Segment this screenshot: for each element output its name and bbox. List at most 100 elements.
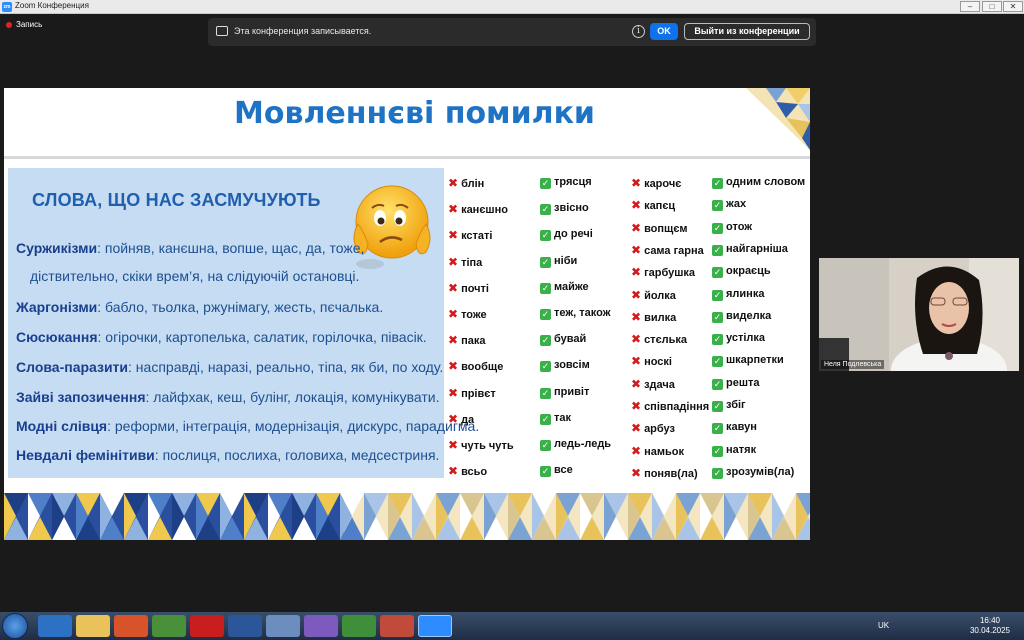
check-mark-icon: ✓ — [540, 466, 551, 478]
wrong-word-item: ✖ співпадіння — [631, 399, 709, 413]
file-explorer-icon[interactable] — [76, 615, 110, 637]
recording-indicator[interactable]: Запись — [6, 20, 42, 29]
check-mark-icon: ✓ — [540, 282, 551, 294]
recording-banner: Эта конференция записывается. i OK Выйти… — [208, 18, 816, 46]
title-separator — [4, 156, 810, 159]
chrome-profile-icon[interactable] — [342, 615, 376, 637]
wrong-word-item: ✖ здача — [631, 377, 675, 391]
paint-icon[interactable] — [266, 615, 300, 637]
cross-mark-icon: ✖ — [448, 464, 459, 479]
word-icon[interactable] — [228, 615, 262, 637]
word-text: намьок — [644, 445, 684, 458]
panel-heading: СЛОВА, ЩО НАС ЗАСМУЧУЮТЬ — [32, 190, 321, 210]
cross-mark-icon: ✖ — [448, 228, 459, 243]
word-text: арбуз — [644, 423, 675, 436]
check-mark-icon: ✓ — [712, 423, 723, 435]
cross-mark-icon: ✖ — [631, 376, 642, 391]
corner-pattern-decoration — [746, 88, 810, 150]
cross-mark-icon: ✖ — [631, 354, 642, 369]
word-text: все — [554, 464, 573, 477]
correct-word-item: ✓ теж, також — [540, 307, 611, 320]
category-line: Сюсюкання: огірочки, картопелька, салати… — [16, 329, 427, 345]
language-indicator[interactable]: UK — [878, 621, 889, 630]
correct-word-item: ✓ привіт — [540, 386, 589, 399]
minimize-button[interactable]: – — [960, 1, 980, 12]
category-name: Модні слівця — [16, 418, 108, 434]
wrong-word-item: ✖ сама гарна — [631, 243, 704, 257]
word-text: почті — [461, 282, 489, 295]
correct-word-item: ✓ ялинка — [712, 288, 764, 301]
wrong-word-item: ✖ да — [448, 412, 474, 426]
check-mark-icon: ✓ — [540, 361, 551, 373]
wrong-word-item: ✖ всьо — [448, 464, 487, 478]
wrong-word-item: ✖ чуть чуть — [448, 438, 514, 452]
word-text: здача — [644, 378, 675, 391]
word-text: капєц — [644, 200, 676, 213]
maximize-button[interactable]: □ — [982, 1, 1002, 12]
banner-message: Эта конференция записывается. — [234, 26, 372, 36]
wrong-word-item: ✖ кстаті — [448, 228, 493, 242]
check-mark-icon: ✓ — [712, 445, 723, 457]
word-text: привіт — [554, 385, 590, 398]
category-name: Зайві запозичення — [16, 389, 146, 405]
check-mark-icon: ✓ — [540, 309, 551, 320]
word-text: зовсім — [554, 359, 590, 372]
cross-mark-icon: ✖ — [631, 309, 642, 324]
cross-mark-icon: ✖ — [631, 399, 642, 413]
cross-mark-icon: ✖ — [448, 411, 459, 426]
zoom-taskbar-icon[interactable] — [418, 615, 452, 637]
close-button[interactable]: ✕ — [1003, 1, 1023, 12]
correct-word-item: ✓ кавун — [712, 421, 757, 435]
check-mark-icon: ✓ — [540, 440, 551, 451]
word-text: співпадіння — [644, 401, 710, 413]
word-text: виделка — [726, 309, 772, 322]
wrong-word-item: ✖ карочє — [631, 176, 681, 190]
cross-mark-icon: ✖ — [631, 332, 642, 347]
zoom-app-icon: zm — [2, 2, 12, 12]
correct-word-item: ✓ найгарніша — [712, 243, 788, 256]
word-text: решта — [726, 376, 760, 389]
viber-icon[interactable] — [304, 615, 338, 637]
correct-word-item: ✓ трясця — [540, 176, 592, 189]
word-text: трясця — [554, 176, 592, 188]
info-icon[interactable]: i — [632, 25, 645, 38]
check-mark-icon: ✓ — [712, 356, 723, 368]
wrong-word-item: ✖ тоже — [448, 307, 487, 321]
word-text: бувай — [554, 333, 587, 346]
wrong-word-item: ✖ гарбушка — [631, 265, 695, 279]
category-name: Суржикізми — [16, 240, 98, 256]
category-line: Модні слівця: реформи, інтеграція, модер… — [16, 418, 479, 434]
category-name: Сюсюкання — [16, 329, 98, 345]
presentation-app-icon[interactable] — [380, 615, 414, 637]
wrong-word-item: ✖ вообще — [448, 359, 503, 373]
bottom-pattern-decoration — [4, 493, 810, 540]
correct-word-item: ✓ зрозумів(ла) — [712, 466, 794, 479]
internet-explorer-icon[interactable] — [38, 615, 72, 637]
correct-word-item: ✓ устілка — [712, 332, 765, 346]
powerpoint-icon[interactable] — [114, 615, 148, 637]
correct-word-item: ✓ ніби — [540, 255, 577, 268]
participant-video[interactable]: Неля Подлевська — [819, 258, 1019, 371]
correct-word-item: ✓ так — [540, 412, 571, 425]
chrome-icon[interactable] — [152, 615, 186, 637]
cross-mark-icon: ✖ — [448, 280, 459, 295]
word-text: прівєт — [461, 387, 496, 400]
wrong-word-item: ✖ канєшно — [448, 202, 508, 216]
word-text: одним словом — [726, 176, 806, 188]
category-text: : лайфхак, кеш, булінг, локація, комунік… — [145, 389, 440, 405]
category-name: Невдалі фемінітиви — [16, 447, 155, 463]
worried-emoji-icon — [353, 185, 431, 269]
word-text: карочє — [644, 178, 682, 190]
participant-avatar — [819, 258, 1019, 371]
word-text: тіпа — [461, 256, 483, 269]
ok-button[interactable]: OK — [650, 23, 678, 40]
acrobat-icon[interactable] — [190, 615, 224, 637]
word-text: теж, також — [554, 307, 611, 319]
check-mark-icon: ✓ — [712, 334, 723, 346]
start-button[interactable] — [2, 613, 28, 639]
leave-meeting-button[interactable]: Выйти из конференции — [684, 23, 810, 40]
recording-label: Запись — [16, 20, 43, 29]
correct-word-item: ✓ виделка — [712, 310, 771, 323]
check-mark-icon: ✓ — [540, 413, 551, 425]
clock[interactable]: 16:40 30.04.2025 — [970, 616, 1010, 636]
